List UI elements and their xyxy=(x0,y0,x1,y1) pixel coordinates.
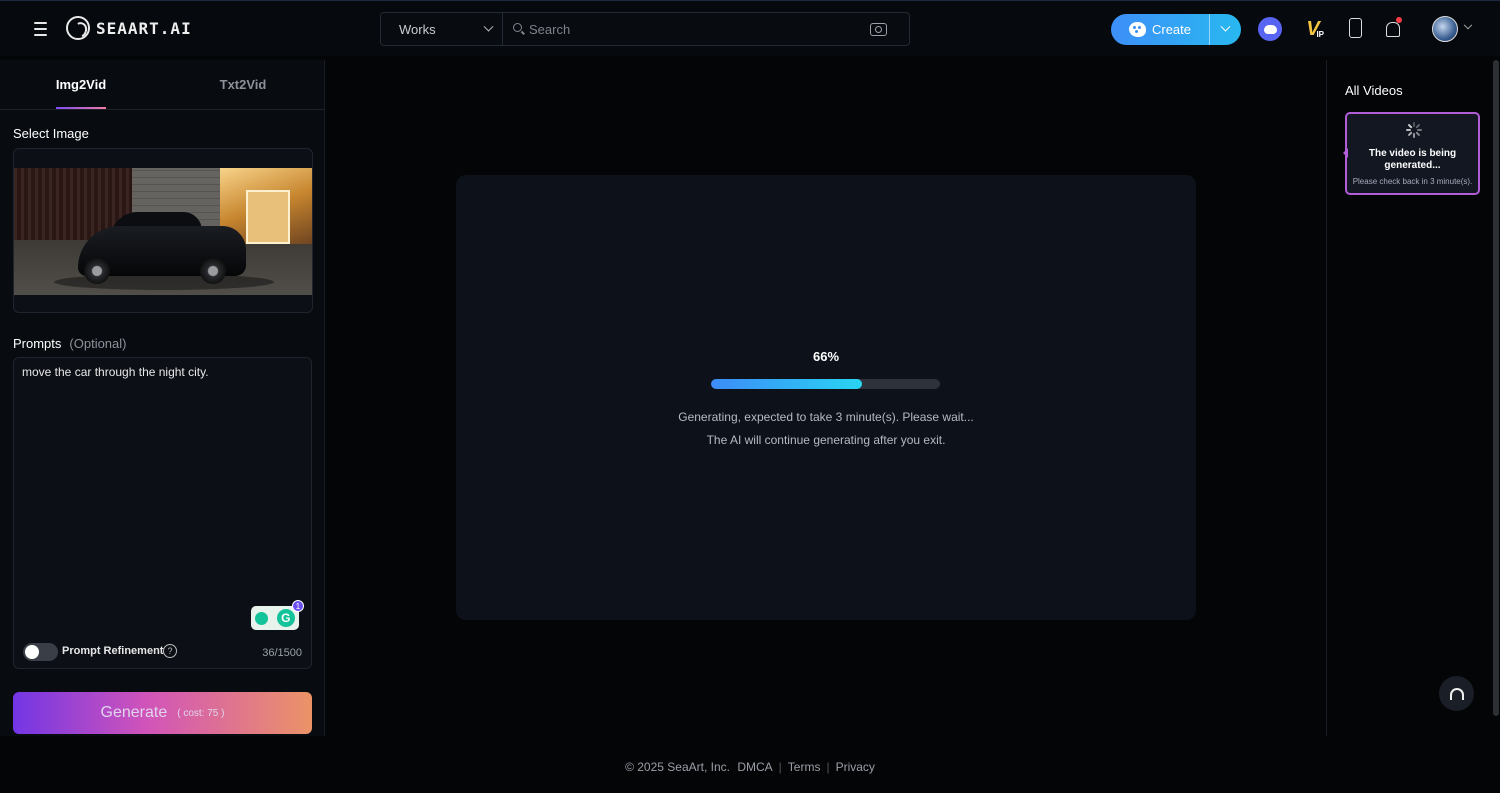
vip-badge-sub: IP xyxy=(1316,30,1324,39)
generate-cost: ( cost: 75 ) xyxy=(177,707,225,719)
prompt-box: move the car through the night city. G 1… xyxy=(13,357,312,669)
chevron-down-icon xyxy=(1220,21,1231,32)
menu-icon[interactable] xyxy=(30,19,52,39)
search-bar: Works xyxy=(380,12,910,46)
select-image-label: Select Image xyxy=(13,126,89,141)
vip-icon[interactable]: V IP xyxy=(1300,17,1326,41)
chevron-down-icon xyxy=(483,21,494,32)
help-icon[interactable]: ? xyxy=(163,644,177,658)
avatar[interactable] xyxy=(1432,16,1458,42)
prompt-textarea[interactable]: move the car through the night city. xyxy=(22,364,302,594)
footer: © 2025 SeaArt, Inc. DMCA | Terms | Privacy xyxy=(0,760,1500,774)
search-category-label: Works xyxy=(399,21,436,37)
logo[interactable]: SEAART.AI xyxy=(66,15,192,41)
account-menu-chevron[interactable] xyxy=(1463,20,1473,32)
footer-privacy-link[interactable]: Privacy xyxy=(836,760,875,774)
prompts-label-text: Prompts xyxy=(13,336,62,351)
video-card-generating[interactable]: The video is being generated... Please c… xyxy=(1343,112,1480,195)
notification-dot xyxy=(1396,17,1402,23)
search-category-select[interactable]: Works xyxy=(381,13,503,45)
create-dropdown-button[interactable] xyxy=(1209,14,1241,45)
prompts-label: Prompts (Optional) xyxy=(13,336,126,351)
tab-img2vid[interactable]: Img2Vid xyxy=(0,60,162,109)
create-label: Create xyxy=(1151,22,1192,37)
scrollbar[interactable] xyxy=(1493,60,1499,716)
progress-bar-fill xyxy=(711,379,863,389)
bulb-icon xyxy=(255,611,269,625)
status-text-1: Generating, expected to take 3 minute(s)… xyxy=(678,410,974,424)
video-card-subtitle: Please check back in 3 minute(s). xyxy=(1352,177,1473,186)
create-button[interactable]: Create xyxy=(1111,14,1209,45)
generation-progress-card: 66% Generating, expected to take 3 minut… xyxy=(456,175,1196,620)
headset-icon xyxy=(1449,687,1464,700)
grammarly-icon: G xyxy=(276,609,295,627)
generate-button[interactable]: Generate ( cost: 75 ) xyxy=(13,692,312,734)
generate-label: Generate xyxy=(100,704,168,721)
grammarly-count-badge: 1 xyxy=(292,600,304,612)
prompt-refinement-toggle[interactable] xyxy=(23,643,58,661)
char-count: 36/1500 xyxy=(262,647,302,659)
footer-copyright: © 2025 SeaArt, Inc. xyxy=(625,760,730,774)
image-upload-area[interactable] xyxy=(13,148,313,313)
camera-icon[interactable] xyxy=(870,23,887,36)
palette-icon xyxy=(1128,22,1146,37)
seaart-logo-icon xyxy=(66,16,90,40)
prompts-optional-text: (Optional) xyxy=(69,336,127,351)
loading-spinner-icon xyxy=(1406,122,1422,138)
create-button-group: Create xyxy=(1111,14,1241,45)
discord-icon[interactable] xyxy=(1258,17,1282,41)
footer-separator: | xyxy=(778,760,782,774)
search-input[interactable] xyxy=(513,21,833,37)
mobile-app-icon[interactable] xyxy=(1349,18,1362,38)
videos-panel: All Videos The video is being generated.… xyxy=(1326,60,1490,736)
footer-terms-link[interactable]: Terms xyxy=(788,760,821,774)
chevron-down-icon xyxy=(1463,20,1473,30)
progress-percent: 66% xyxy=(812,349,840,364)
grammarly-widget[interactable]: G 1 xyxy=(251,600,304,630)
video-card-title: The video is being generated... xyxy=(1368,148,1457,171)
logo-text: SEAART.AI xyxy=(96,18,192,38)
mode-tabs: Img2Vid Txt2Vid xyxy=(0,60,324,110)
footer-dmca-link[interactable]: DMCA xyxy=(737,760,772,774)
footer-separator: | xyxy=(826,760,830,774)
progress-bar xyxy=(711,379,940,389)
selected-image-preview xyxy=(14,168,312,295)
notification-bell-icon[interactable] xyxy=(1384,17,1402,39)
top-bar: SEAART.AI Works Create V IP xyxy=(0,0,1500,56)
support-button[interactable] xyxy=(1439,676,1474,711)
status-text-2: The AI will continue generating after yo… xyxy=(706,433,946,447)
all-videos-title: All Videos xyxy=(1345,83,1403,98)
generation-settings-panel: Img2Vid Txt2Vid Select Image Prompts (Opt… xyxy=(0,60,325,736)
tab-txt2vid[interactable]: Txt2Vid xyxy=(162,60,324,109)
prompt-refinement-label: Prompt Refinement xyxy=(62,645,164,657)
search-icon xyxy=(513,23,522,32)
search-field xyxy=(503,13,909,45)
